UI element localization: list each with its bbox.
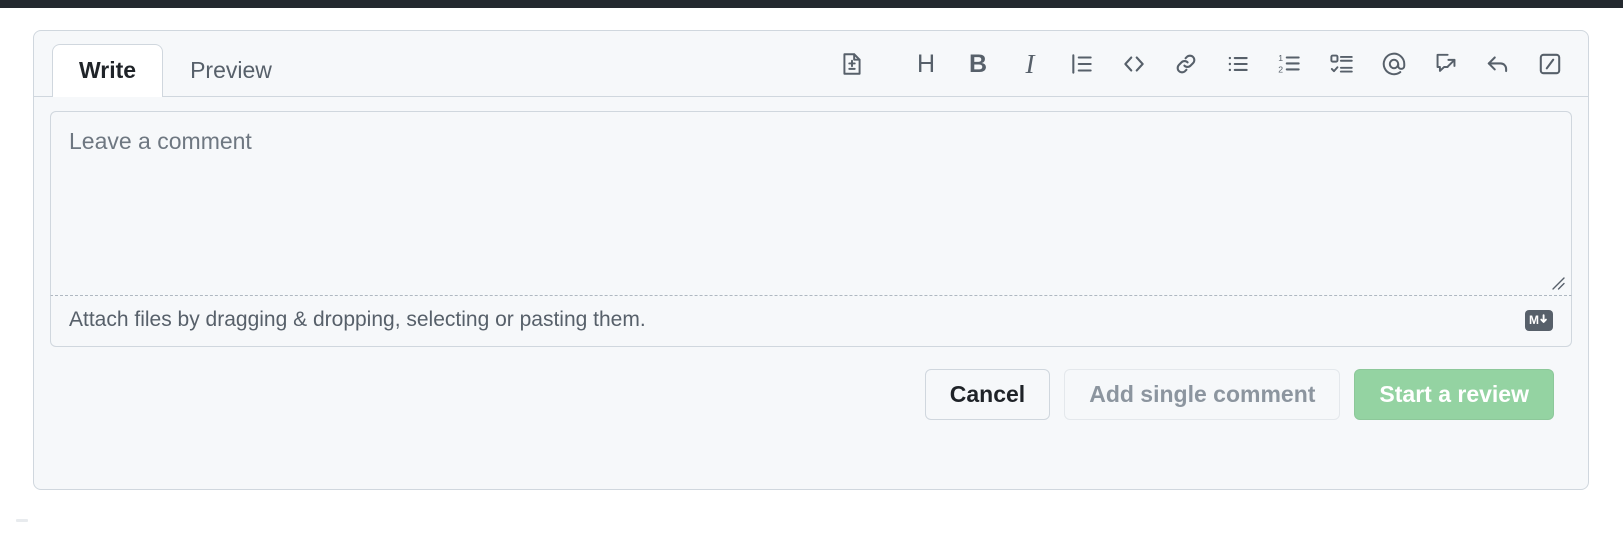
attach-files-row: Attach files by dragging & dropping, sel… <box>50 296 1572 347</box>
suggested-change-icon[interactable] <box>836 48 868 80</box>
svg-text:2: 2 <box>1278 65 1283 75</box>
comment-textarea-wrapper <box>50 111 1572 296</box>
svg-text:M: M <box>1529 313 1539 327</box>
bold-icon[interactable]: B <box>962 48 994 80</box>
heading-icon[interactable]: H <box>910 48 942 80</box>
slash-command-icon[interactable] <box>1534 48 1566 80</box>
saved-reply-icon[interactable] <box>1430 48 1462 80</box>
composer-tablist: Write Preview <box>34 31 299 97</box>
page-edge-artifact <box>16 519 28 522</box>
svg-text:1: 1 <box>1278 53 1283 63</box>
attach-files-hint: Attach files by dragging & dropping, sel… <box>69 308 646 331</box>
page-top-bar <box>0 0 1623 8</box>
cancel-button[interactable]: Cancel <box>924 369 1051 420</box>
italic-icon[interactable]: I <box>1014 48 1046 80</box>
tab-preview[interactable]: Preview <box>163 44 299 97</box>
task-list-icon[interactable] <box>1326 48 1358 80</box>
mention-icon[interactable] <box>1378 48 1410 80</box>
markdown-icon[interactable]: M <box>1525 309 1553 331</box>
tab-write-label: Write <box>79 57 137 83</box>
ordered-list-icon[interactable]: 1 2 <box>1274 48 1306 80</box>
composer-header: Write Preview H B I 1 2 <box>34 31 1588 97</box>
heading-glyph: H <box>916 49 936 78</box>
bold-glyph: B <box>968 49 988 78</box>
quote-icon[interactable] <box>1066 48 1098 80</box>
tab-preview-label: Preview <box>190 57 272 83</box>
tab-write[interactable]: Write <box>52 44 164 97</box>
code-icon[interactable] <box>1118 48 1150 80</box>
composer-actions: Cancel Add single comment Start a review <box>50 347 1572 420</box>
start-review-button[interactable]: Start a review <box>1354 369 1554 420</box>
unordered-list-icon[interactable] <box>1222 48 1254 80</box>
composer-body: Attach files by dragging & dropping, sel… <box>34 97 1588 420</box>
comment-textarea[interactable] <box>51 112 1571 295</box>
reply-icon[interactable] <box>1482 48 1514 80</box>
add-single-comment-button[interactable]: Add single comment <box>1064 369 1341 420</box>
italic-glyph: I <box>1025 48 1035 79</box>
review-comment-composer: Write Preview H B I 1 2 Leave a comment … <box>33 30 1589 490</box>
markdown-toolbar: H B I 1 2 <box>836 48 1588 96</box>
link-icon[interactable] <box>1170 48 1202 80</box>
